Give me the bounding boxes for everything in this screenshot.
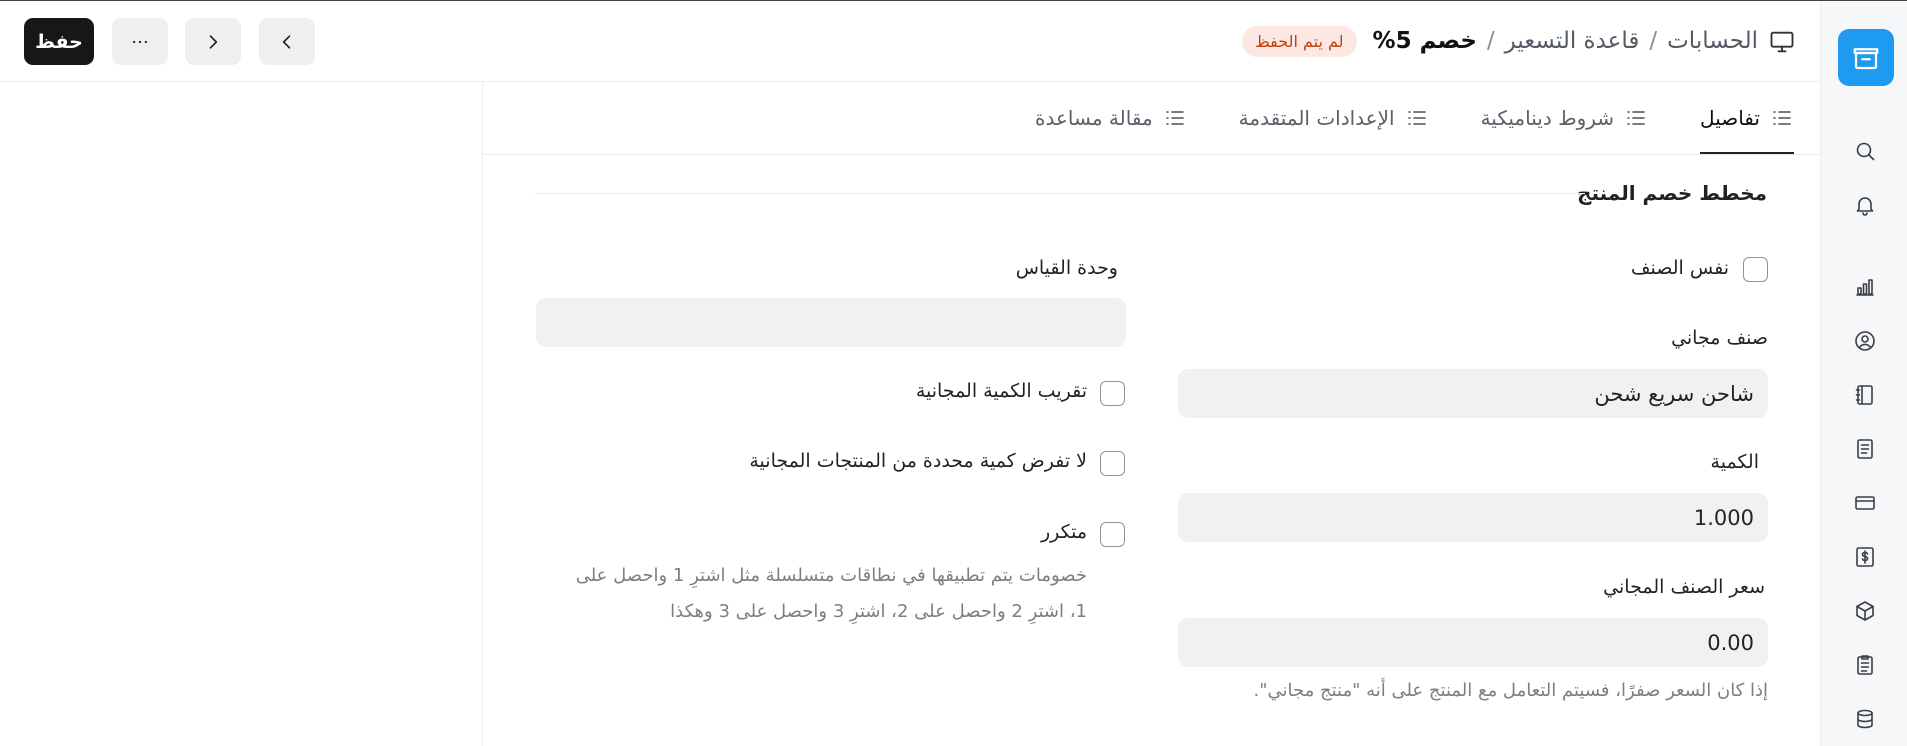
top-header: حفظ الحسابات / قاعدة التسعير / خصم 5% لم… [0, 1, 1820, 82]
previous-record-button[interactable] [259, 18, 315, 65]
tab-bar: تفاصيل شروط ديناميكية الإعدادات المتقدمة… [1035, 82, 1794, 154]
clipboard-icon[interactable] [1851, 651, 1879, 679]
list-icon [1165, 111, 1184, 125]
uom-label: وحدة القياس [1015, 257, 1118, 279]
chevron-right-icon [209, 34, 218, 49]
app-logo-icon[interactable] [1838, 29, 1894, 86]
more-icon [133, 40, 147, 43]
recursive-help-line-1: خصومات يتم تطبيقها في نطاقات متسلسلة مثل… [575, 565, 1087, 586]
notebook-icon[interactable] [1851, 381, 1879, 409]
breadcrumb-accounts[interactable]: الحسابات [1667, 28, 1758, 54]
round-free-qty-checkbox[interactable] [1100, 381, 1125, 406]
list-icon [1627, 111, 1645, 125]
panel-divider [482, 82, 483, 746]
database-icon[interactable] [1851, 705, 1879, 733]
save-button[interactable]: حفظ [24, 18, 94, 65]
tab-label: مقالة مساعدة [1035, 106, 1153, 130]
free-item-price-help: إذا كان السعر صفرًا، فسيتم التعامل مع ال… [1253, 680, 1768, 701]
recursive-label: متكرر [1040, 521, 1087, 543]
uom-field[interactable] [536, 298, 1126, 347]
bell-icon[interactable] [1851, 191, 1879, 219]
tab-details[interactable]: تفاصيل [1700, 82, 1794, 154]
free-item-field[interactable]: شاحن سريع شحن [1178, 369, 1768, 418]
user-circle-icon[interactable] [1851, 327, 1879, 355]
breadcrumb-current: خصم 5% [1372, 28, 1477, 54]
round-free-qty-label: تقريب الكمية المجانية [915, 380, 1087, 402]
section-title: مخطط خصم المنتج [1577, 181, 1767, 205]
search-icon[interactable] [1851, 137, 1879, 165]
list-icon [1407, 111, 1426, 125]
section-divider [535, 193, 1585, 194]
free-item-price-label: سعر الصنف المجاني [1603, 576, 1765, 598]
recursive-checkbox[interactable] [1100, 522, 1125, 547]
tab-label: الإعدادات المتقدمة [1238, 106, 1395, 130]
document-icon[interactable] [1851, 435, 1879, 463]
next-record-button[interactable] [185, 18, 241, 65]
same-item-label: نفس الصنف [1630, 257, 1729, 279]
free-item-label: صنف مجاني [1671, 327, 1768, 349]
qty-label: الكمية [1710, 451, 1759, 473]
card-icon[interactable] [1851, 489, 1879, 517]
bar-chart-icon[interactable] [1851, 273, 1879, 301]
same-item-checkbox[interactable] [1743, 257, 1768, 282]
tab-dynamic-conditions[interactable]: شروط ديناميكية [1481, 82, 1648, 154]
tab-label: تفاصيل [1700, 106, 1760, 130]
list-icon [1773, 111, 1791, 125]
tab-advanced-settings[interactable]: الإعدادات المتقدمة [1239, 82, 1429, 154]
breadcrumb-pricing-rule[interactable]: قاعدة التسعير [1505, 28, 1640, 54]
recursive-help-line-2: 1، اشترِ 2 واحصل على 2، اشترِ 3 واحصل عل… [670, 601, 1087, 622]
tab-help-article[interactable]: مقالة مساعدة [1035, 82, 1187, 154]
sidebar-rail [1820, 1, 1907, 746]
more-actions-button[interactable] [112, 18, 168, 65]
free-item-price-field[interactable]: 0.00 [1178, 618, 1768, 667]
monitor-icon[interactable] [1768, 28, 1796, 56]
qty-field[interactable]: 1.000 [1178, 493, 1768, 542]
breadcrumb-separator: / [1486, 28, 1495, 54]
chevron-left-icon [282, 34, 291, 49]
page: حفظ الحسابات / قاعدة التسعير / خصم 5% لم… [0, 0, 1907, 746]
tabs-divider [483, 154, 1820, 155]
dollar-icon[interactable] [1851, 543, 1879, 571]
tab-label: شروط ديناميكية [1480, 106, 1615, 130]
box-icon[interactable] [1851, 597, 1879, 625]
breadcrumb-separator: / [1649, 28, 1658, 54]
breadcrumb: الحسابات / قاعدة التسعير / خصم 5% لم يتم… [1241, 23, 1758, 59]
no-fixed-qty-label: لا تفرض كمية محددة من المنتجات المجانية [749, 450, 1087, 472]
status-badge: لم يتم الحفظ [1241, 25, 1357, 57]
no-fixed-qty-checkbox[interactable] [1100, 451, 1125, 476]
